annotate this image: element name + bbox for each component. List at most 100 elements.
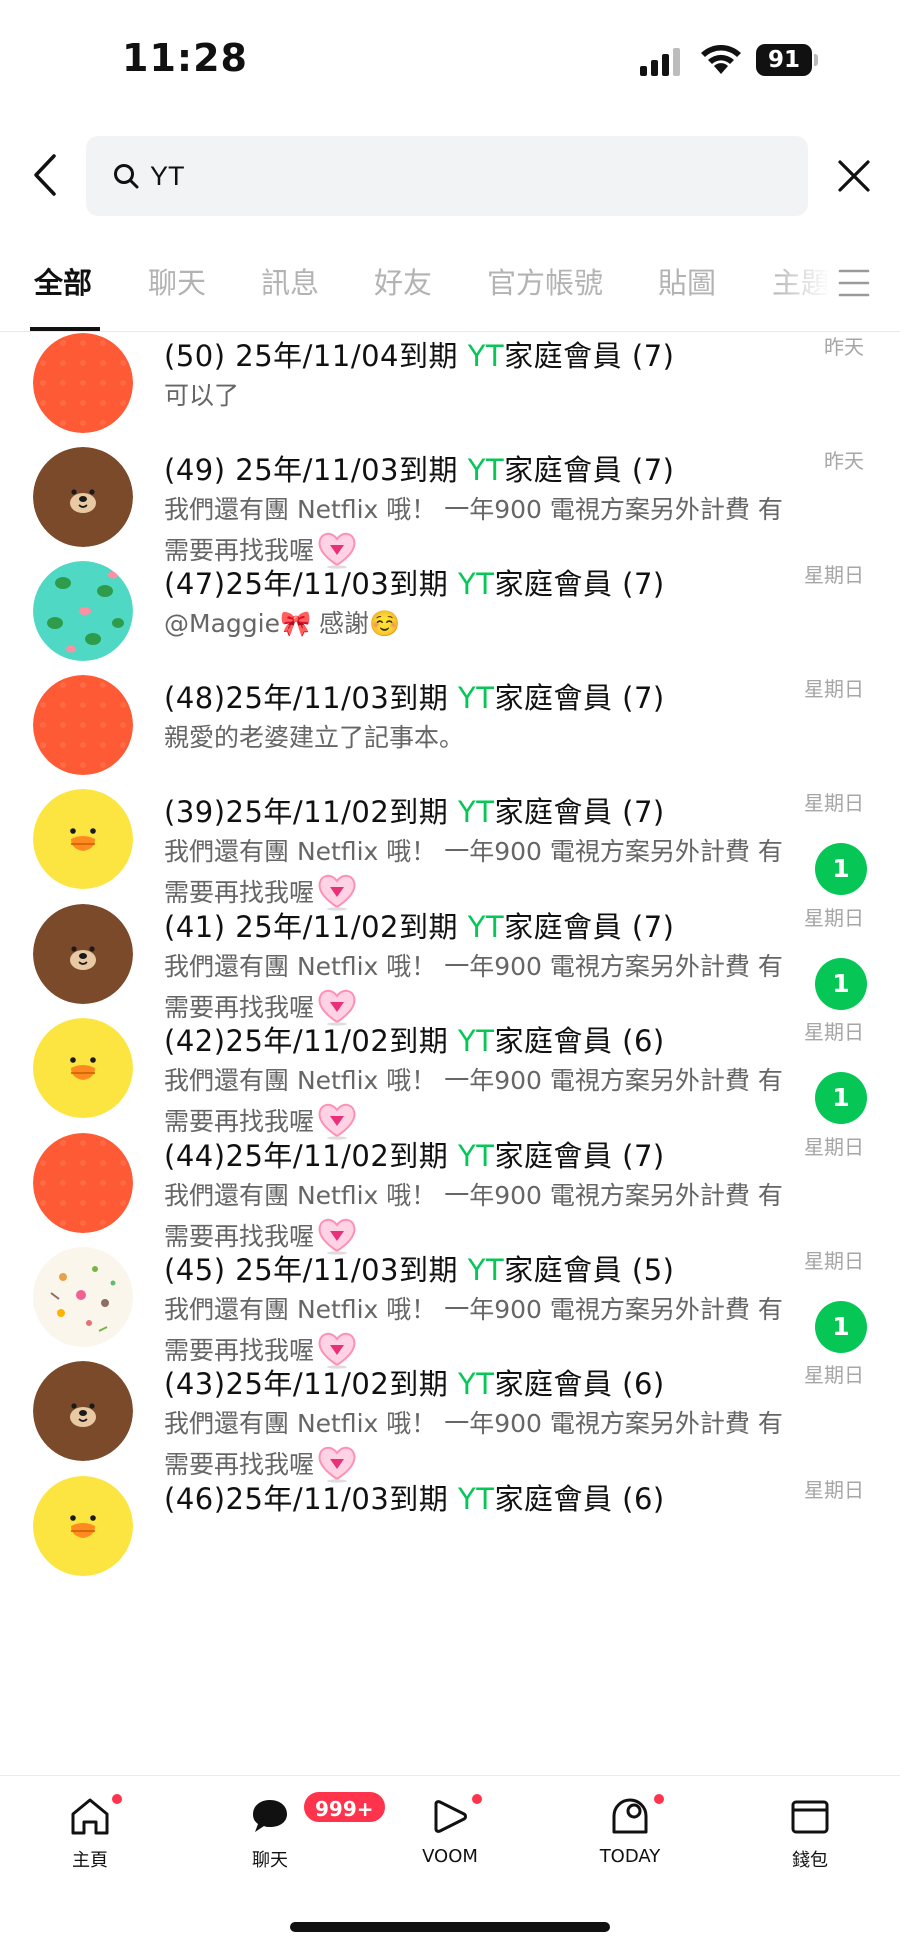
nav-today[interactable]: TODAY — [560, 1794, 700, 1894]
battery-tip — [814, 54, 818, 66]
nav-home[interactable]: 主頁 — [20, 1794, 160, 1894]
battery-level: 91 — [756, 44, 812, 76]
tab-all[interactable]: 全部 — [34, 260, 92, 302]
nav-voom-label: VOOM — [422, 1846, 478, 1867]
last-message-time: 星期日 — [804, 563, 864, 587]
last-message-time: 星期日 — [804, 906, 864, 930]
search-keyword-highlight: YT — [458, 681, 495, 715]
chat-title-prefix: (49) 25年/11/03到期 — [164, 453, 468, 487]
nav-chat[interactable]: 999+ 聊天 — [200, 1790, 387, 1894]
status-bar: 11:28 91 — [0, 0, 900, 120]
tab-chats[interactable]: 聊天 — [148, 260, 206, 302]
last-message-time: 星期日 — [804, 1135, 864, 1159]
close-icon[interactable] — [834, 156, 874, 196]
last-message-time: 星期日 — [804, 1020, 864, 1044]
wifi-icon — [701, 45, 741, 74]
last-message-time: 昨天 — [824, 335, 864, 359]
chat-title-prefix: (48)25年/11/03到期 — [164, 681, 458, 715]
last-message-time: 星期日 — [804, 791, 864, 815]
chat-title: (48)25年/11/03到期 YT家庭會員 (7) — [164, 675, 665, 717]
chat-title-suffix: 家庭會員 (7) — [494, 567, 665, 601]
search-keyword-highlight: YT — [458, 567, 495, 601]
chat-title-suffix: 家庭會員 (6) — [494, 1482, 665, 1516]
search-keyword-highlight: YT — [467, 1253, 505, 1287]
nav-chat-label: 聊天 — [252, 1850, 288, 1871]
chat-title: (41) 25年/11/02到期 YT家庭會員 (7) — [164, 904, 674, 946]
chat-title-prefix: (47)25年/11/03到期 — [164, 567, 458, 601]
search-icon — [114, 164, 139, 189]
chat-title: (49) 25年/11/03到期 YT家庭會員 (7) — [164, 447, 674, 489]
nav-wallet[interactable]: 錢包 — [740, 1794, 880, 1894]
tab-messages[interactable]: 訊息 — [261, 260, 319, 302]
search-box[interactable] — [86, 136, 808, 216]
chat-title-prefix: (44)25年/11/02到期 — [164, 1139, 458, 1173]
today-notification-dot — [654, 1794, 664, 1804]
search-result-list[interactable]: (50) 25年/11/04到期 YT家庭會員 (7) 可以了 昨天 (49) 25… — [0, 333, 900, 1775]
tab-stickers[interactable]: 貼圖 — [658, 260, 716, 302]
chat-title-suffix: 家庭會員 (7) — [494, 681, 665, 715]
chat-title-suffix: 家庭會員 (7) — [494, 1139, 665, 1173]
chat-title-suffix: 家庭會員 (7) — [504, 339, 675, 373]
chat-title: (42)25年/11/02到期 YT家庭會員 (6) — [164, 1018, 665, 1060]
chat-title-suffix: 家庭會員 (7) — [504, 453, 675, 487]
chat-title-suffix: 家庭會員 (5) — [504, 1253, 675, 1287]
voom-notification-dot — [472, 1794, 482, 1804]
wallet-icon — [791, 1800, 829, 1834]
status-time: 11:28 — [122, 36, 248, 80]
search-result-row[interactable]: (46)25年/11/03到期 YT家庭會員 (6) 星期日 — [0, 1406, 900, 1576]
search-input[interactable] — [150, 150, 770, 202]
chat-title-prefix: (50) 25年/11/04到期 — [164, 339, 468, 373]
chat-title-prefix: (39)25年/11/02到期 — [164, 795, 458, 829]
chat-title-prefix: (41) 25年/11/02到期 — [164, 910, 468, 944]
search-keyword-highlight: YT — [458, 1139, 495, 1173]
search-keyword-highlight: YT — [467, 339, 505, 373]
chat-title: (44)25年/11/02到期 YT家庭會員 (7) — [164, 1133, 665, 1175]
last-message-time: 昨天 — [824, 449, 864, 473]
search-keyword-highlight: YT — [458, 1482, 495, 1516]
avatar — [33, 1476, 133, 1576]
chat-title-suffix: 家庭會員 (7) — [504, 910, 675, 944]
chat-title: (46)25年/11/03到期 YT家庭會員 (6) — [164, 1476, 665, 1518]
chat-title: (47)25年/11/03到期 YT家庭會員 (7) — [164, 561, 665, 603]
home-notification-dot — [112, 1794, 122, 1804]
chat-title: (50) 25年/11/04到期 YT家庭會員 (7) — [164, 333, 674, 375]
last-message-time: 星期日 — [804, 1249, 864, 1273]
nav-voom[interactable]: VOOM — [380, 1794, 520, 1894]
nav-home-label: 主頁 — [72, 1850, 108, 1871]
search-keyword-highlight: YT — [458, 795, 495, 829]
chat-title-prefix: (45) 25年/11/03到期 — [164, 1253, 468, 1287]
chat-unread-badge: 999+ — [302, 1790, 387, 1824]
battery-indicator: 91 — [756, 44, 818, 76]
tab-friends[interactable]: 好友 — [374, 260, 432, 302]
voom-icon — [434, 1800, 467, 1833]
chat-title: (43)25年/11/02到期 YT家庭會員 (6) — [164, 1361, 665, 1403]
chat-title: (45) 25年/11/03到期 YT家庭會員 (5) — [164, 1247, 674, 1289]
chat-title: (39)25年/11/02到期 YT家庭會員 (7) — [164, 789, 665, 831]
back-chevron-icon[interactable] — [26, 150, 66, 200]
chat-title-prefix: (46)25年/11/03到期 — [164, 1482, 458, 1516]
last-message-time: 星期日 — [804, 1478, 864, 1502]
home-icon — [71, 1798, 109, 1835]
tab-official-accounts[interactable]: 官方帳號 — [487, 260, 603, 302]
tab-fade — [770, 240, 830, 330]
today-icon — [612, 1798, 648, 1834]
chat-title-prefix: (43)25年/11/02到期 — [164, 1367, 458, 1401]
search-keyword-highlight: YT — [458, 1367, 495, 1401]
category-tabs: 全部 聊天 訊息 好友 官方帳號 貼圖 主題 — [0, 240, 900, 332]
chat-title-suffix: 家庭會員 (6) — [494, 1024, 665, 1058]
search-keyword-highlight: YT — [467, 453, 505, 487]
chat-title-suffix: 家庭會員 (6) — [494, 1367, 665, 1401]
chat-icon — [253, 1800, 287, 1832]
last-message-time: 星期日 — [804, 677, 864, 701]
search-keyword-highlight: YT — [458, 1024, 495, 1058]
menu-icon[interactable] — [838, 266, 870, 300]
chat-title-prefix: (42)25年/11/02到期 — [164, 1024, 458, 1058]
chat-title-suffix: 家庭會員 (7) — [494, 795, 665, 829]
cellular-signal-icon — [640, 48, 680, 76]
active-tab-underline — [30, 327, 100, 331]
nav-today-label: TODAY — [599, 1846, 661, 1867]
home-indicator — [290, 1922, 610, 1932]
search-keyword-highlight: YT — [467, 910, 505, 944]
last-message-time: 星期日 — [804, 1363, 864, 1387]
nav-wallet-label: 錢包 — [792, 1850, 828, 1871]
